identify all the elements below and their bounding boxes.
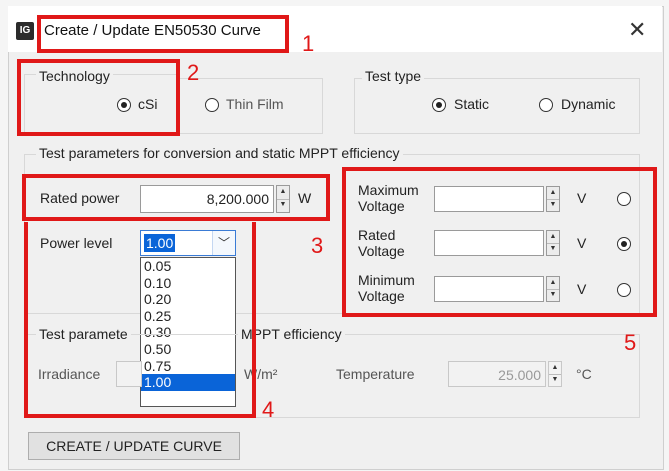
close-icon[interactable]: ✕ <box>628 18 646 42</box>
annotation-number-4: 4 <box>262 397 275 422</box>
radio-static-label: Static <box>454 96 490 112</box>
annotation-number-3: 3 <box>311 233 324 258</box>
annotation-box-1 <box>37 15 289 53</box>
create-update-curve-button[interactable]: CREATE / UPDATE CURVE <box>28 432 240 460</box>
temperature-spinner[interactable]: ▲ ▼ <box>548 361 562 387</box>
annotation-box-4 <box>24 222 256 418</box>
annotation-number-2: 2 <box>187 60 200 85</box>
annotation-number-5: 5 <box>624 330 637 355</box>
annotation-number-1: 1 <box>302 31 315 56</box>
temperature-label: Temperature <box>336 366 415 382</box>
annotation-box-2 <box>17 59 180 136</box>
radio-dynamic-label: Dynamic <box>561 96 616 112</box>
radio-dynamic[interactable] <box>539 98 553 112</box>
app-icon: IG <box>16 22 34 40</box>
annotation-box-5 <box>342 167 657 317</box>
static-params-legend: Test parameters for conversion and stati… <box>36 145 403 161</box>
spin-down-icon[interactable]: ▼ <box>549 374 561 386</box>
temperature-unit: °C <box>576 366 592 382</box>
test-type-legend: Test type <box>362 68 425 84</box>
temperature-input[interactable]: 25.000 <box>448 361 546 387</box>
radio-static[interactable] <box>432 98 446 112</box>
annotation-box-3 <box>22 174 330 221</box>
technology-group-extension <box>180 78 323 134</box>
